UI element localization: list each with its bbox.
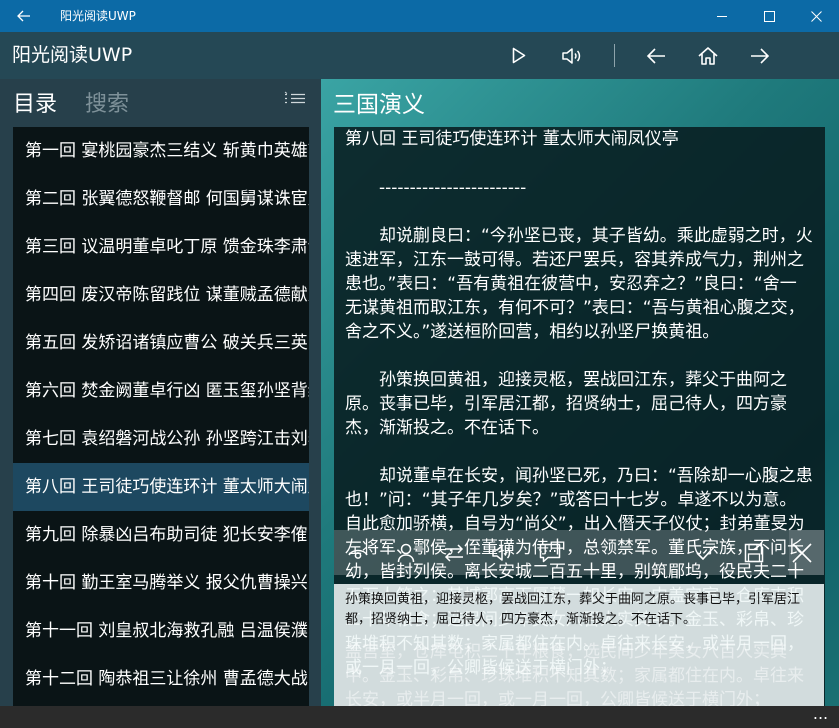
eye-icon	[348, 549, 368, 559]
maximize-button[interactable]	[746, 0, 792, 32]
save-button[interactable]	[730, 530, 778, 575]
paragraph: 却说蒯良曰：“今孙坚已丧，其子皆幼。乘此虚弱之时，火速进军，江东一鼓可得。若还尸…	[345, 226, 813, 342]
selection-toolbar	[334, 530, 824, 575]
minimize-button[interactable]	[699, 0, 745, 32]
chapter-item[interactable]: 第十回 勤王室马腾举义 报父仇曹操兴师	[13, 559, 309, 607]
arrow-right-icon	[751, 47, 770, 64]
tab-search[interactable]: 搜索	[85, 91, 129, 119]
play-icon	[512, 47, 526, 64]
selected-text[interactable]: 孙策换回黄祖，迎接灵柩，罢战回江东，葬父于曲阿之原。丧事已毕，引军居江都，招贤纳…	[345, 590, 815, 630]
sidebar: 目录 搜索 第一回 宴桃园豪杰三结义 斩黄巾英雄首立功第二回 张翼德怒鞭督邮 何…	[0, 79, 321, 728]
window-title: 阳光阅读UWP	[60, 9, 136, 23]
read-aloud-button[interactable]	[478, 530, 526, 575]
chapter-item[interactable]: 第四回 废汉帝陈留践位 谋董贼孟德献刀	[13, 271, 309, 319]
app-window: 阳光阅读UWP 阳光阅读UWP 目录 搜索 第一回 宴桃园豪杰三结义 斩黄巾英雄…	[0, 0, 839, 728]
app-title: 阳光阅读UWP	[12, 44, 133, 66]
volume-icon	[492, 544, 511, 561]
chapter-item[interactable]: 第十二回 陶恭祖三让徐州 曹孟德大战吕布	[13, 655, 309, 703]
appbar-separator	[614, 44, 615, 67]
previous-button[interactable]	[634, 32, 678, 79]
close-icon	[792, 542, 812, 563]
chapter-item[interactable]: 第七回 袁绍磐河战公孙 孙坚跨江击刘表	[13, 415, 309, 463]
chapter-item[interactable]: 第五回 发矫诏诸镇应曹公 破关兵三英战吕布	[13, 319, 309, 367]
more-button[interactable]: ...	[802, 706, 839, 728]
chapter-item[interactable]: 第十一回 刘皇叔北海救孔融 吕温侯濮阳破曹操	[13, 607, 309, 655]
chapter-item[interactable]: 第二回 张翼德怒鞭督邮 何国舅谋诛宦竖	[13, 175, 309, 223]
sort-button[interactable]	[282, 91, 308, 113]
comment-icon	[539, 543, 561, 562]
app-bar: 阳光阅读UWP	[0, 32, 839, 79]
chapter-item[interactable]: 第三回 议温明董卓叱丁原 馈金珠李肃说吕布	[13, 223, 309, 271]
volume-icon	[562, 47, 581, 64]
chapter-item[interactable]: 第一回 宴桃园豪杰三结义 斩黄巾英雄首立功	[13, 127, 309, 175]
selection-popup: 盖宫室，仓库屯积二十年粮食；选民间少年美女八百人实其中。金玉、彩帛、珍珠堆积不知…	[334, 584, 824, 706]
paragraph	[345, 344, 813, 368]
speaker-button[interactable]	[550, 32, 594, 79]
paragraph	[345, 440, 813, 464]
status-bar: ...	[0, 706, 839, 728]
play-button[interactable]	[497, 32, 541, 79]
chapter-title: 第八回 王司徒巧使连环计 董太师大闹凤仪亭	[345, 129, 679, 149]
chapter-item[interactable]: 第六回 焚金阙董卓行凶 匿玉玺孙坚背约	[13, 367, 309, 415]
save-icon	[744, 543, 764, 562]
book-title: 三国演义	[333, 92, 425, 118]
chapter-item[interactable]: 第八回 王司徒巧使连环计 董太师大闹凤仪亭	[13, 463, 309, 511]
arrow-left-icon	[17, 10, 30, 22]
check-icon	[696, 544, 716, 560]
title-bar: 阳光阅读UWP	[0, 0, 839, 32]
person-button[interactable]	[382, 530, 430, 575]
arrow-left-icon	[646, 47, 665, 64]
sort-list-icon	[284, 91, 305, 104]
confirm-button[interactable]	[682, 530, 730, 575]
chapter-item[interactable]: 第九回 除暴凶吕布助司徒 犯长安李傕听贾诩	[13, 511, 309, 559]
close-icon	[810, 10, 822, 22]
close-window-button[interactable]	[793, 0, 839, 32]
swap-button[interactable]	[430, 530, 478, 575]
swap-icon	[444, 543, 464, 562]
tab-toc[interactable]: 目录	[13, 91, 57, 119]
comment-button[interactable]	[526, 530, 574, 575]
back-button[interactable]	[0, 0, 48, 32]
paragraph	[345, 200, 813, 224]
minimize-icon	[716, 15, 727, 17]
person-icon	[397, 543, 415, 562]
reader-pane: 三国演义 第八回 王司徒巧使连环计 董太师大闹凤仪亭 -------------…	[321, 79, 839, 706]
underlying-text: 盖宫室，仓库屯积二十年粮食；选民间少年美女八百人实其中。金玉、彩帛、珍珠堆积不知…	[345, 642, 804, 706]
view-button[interactable]	[334, 530, 382, 575]
maximize-icon	[763, 10, 775, 22]
home-icon	[698, 46, 718, 65]
home-button[interactable]	[686, 32, 730, 79]
paragraph: ------------------------	[345, 178, 527, 198]
paragraph: 孙策换回黄祖，迎接灵柩，罢战回江东，葬父于曲阿之原。丧事已毕，引军居江都，招贤纳…	[345, 370, 787, 438]
next-button[interactable]	[738, 32, 782, 79]
chapter-list[interactable]: 第一回 宴桃园豪杰三结义 斩黄巾英雄首立功第二回 张翼德怒鞭督邮 何国舅谋诛宦竖…	[13, 127, 309, 728]
close-toolbar-button[interactable]	[778, 530, 826, 575]
